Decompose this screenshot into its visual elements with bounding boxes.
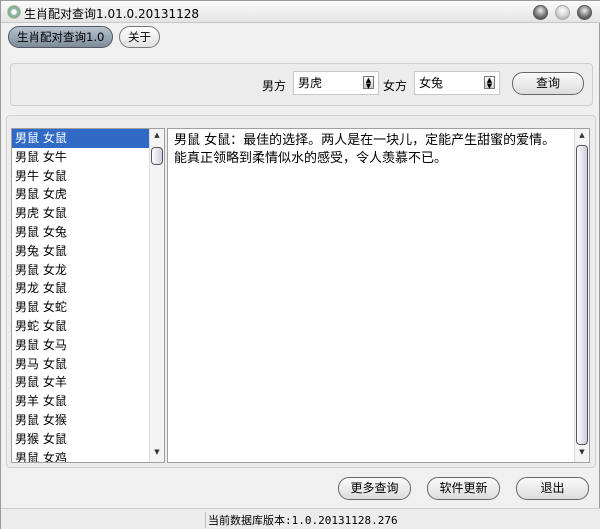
- detail-scrollbar[interactable]: ▲ ▼: [574, 129, 589, 462]
- more-query-button[interactable]: 更多查询: [338, 477, 411, 500]
- spinner-icon: ▲ ▼: [484, 76, 495, 90]
- db-version-text: 当前数据库版本:1.0.20131128.276: [205, 512, 398, 528]
- minimize-button[interactable]: [533, 5, 548, 20]
- exit-button[interactable]: 退出: [516, 477, 589, 500]
- scroll-down-icon[interactable]: ▼: [577, 448, 587, 460]
- female-select[interactable]: 女兔 ▲ ▼: [414, 71, 500, 95]
- list-item[interactable]: 男兔 女鼠: [12, 242, 150, 261]
- window-title: 生肖配对查询1.01.0.20131128: [24, 7, 200, 21]
- list-item[interactable]: 男虎 女鼠: [12, 204, 150, 223]
- male-select[interactable]: 男虎 ▲ ▼: [293, 71, 379, 95]
- list-item[interactable]: 男鼠 女龙: [12, 261, 150, 280]
- spinner-icon: ▲ ▼: [363, 76, 374, 90]
- list-item[interactable]: 男鼠 女猴: [12, 411, 150, 430]
- scroll-down-icon[interactable]: ▼: [152, 448, 162, 460]
- list-scrollbar[interactable]: ▲ ▼: [149, 129, 164, 462]
- status-bar: 当前数据库版本:1.0.20131128.276: [1, 508, 600, 529]
- scroll-thumb[interactable]: [576, 145, 588, 445]
- tab-main[interactable]: 生肖配对查询1.0: [8, 26, 114, 48]
- list-item[interactable]: 男蛇 女鼠: [12, 317, 150, 336]
- pairing-list[interactable]: 男鼠 女鼠 男鼠 女牛 男牛 女鼠 男鼠 女虎 男虎 女鼠 男鼠 女兔 男兔 女鼠 男鼠 女龙…: [11, 128, 165, 463]
- list-item[interactable]: 男鼠 女鼠: [12, 129, 150, 148]
- scroll-thumb[interactable]: [151, 147, 163, 165]
- list-item[interactable]: 男鼠 女虎: [12, 185, 150, 204]
- list-item[interactable]: 男鼠 女蛇: [12, 298, 150, 317]
- gear-icon: [7, 5, 21, 19]
- list-item[interactable]: 男马 女鼠: [12, 355, 150, 374]
- list-item[interactable]: 男鼠 女马: [12, 336, 150, 355]
- detail-text: 男鼠 女鼠：最佳的选择。两人是在一块儿，定能产生甜蜜的爱情。能真正领略到柔情似水…: [174, 133, 556, 166]
- detail-textarea[interactable]: 男鼠 女鼠：最佳的选择。两人是在一块儿，定能产生甜蜜的爱情。能真正领略到柔情似水…: [167, 128, 590, 463]
- list-item[interactable]: 男牛 女鼠: [12, 167, 150, 186]
- query-button[interactable]: 查询: [512, 72, 584, 95]
- female-label: 女方: [383, 79, 408, 93]
- tab-about[interactable]: 关于: [119, 26, 160, 48]
- maximize-button[interactable]: [555, 5, 570, 20]
- list-item[interactable]: 男鼠 女牛: [12, 148, 150, 167]
- close-button[interactable]: [577, 5, 592, 20]
- list-item[interactable]: 男猴 女鼠: [12, 430, 150, 449]
- female-select-value: 女兔: [419, 76, 444, 90]
- list-item[interactable]: 男羊 女鼠: [12, 392, 150, 411]
- title-bar: 生肖配对查询1.01.0.20131128: [1, 1, 600, 23]
- scroll-up-icon[interactable]: ▲: [152, 131, 162, 143]
- list-item[interactable]: 男龙 女鼠: [12, 279, 150, 298]
- software-update-button[interactable]: 软件更新: [427, 477, 500, 500]
- list-item[interactable]: 男鼠 女兔: [12, 223, 150, 242]
- list-item[interactable]: 男鼠 女羊: [12, 373, 150, 392]
- scroll-up-icon[interactable]: ▲: [577, 131, 587, 143]
- male-select-value: 男虎: [298, 76, 323, 90]
- male-label: 男方: [262, 79, 287, 93]
- list-item[interactable]: 男鼠 女鸡: [12, 449, 150, 462]
